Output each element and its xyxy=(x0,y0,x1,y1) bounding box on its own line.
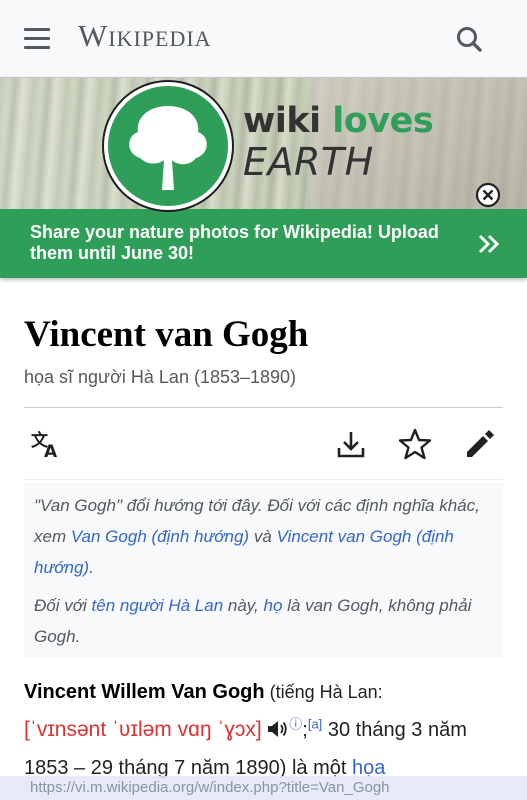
campaign-banner[interactable]: wiki loves EARTH Share your nature photo… xyxy=(0,78,527,278)
hatnote-naming: Đối với tên người Hà Lan này, họ là van … xyxy=(34,596,472,646)
link-preview-url: https://vi.m.wikipedia.org/w/index.php?t… xyxy=(0,776,527,800)
close-icon[interactable] xyxy=(474,181,502,209)
page-description: họa sĩ người Hà Lan (1853–1890) xyxy=(24,367,297,387)
lead-paragraph: Vincent Willem Van Gogh (tiếng Hà Lan: [ˈ… xyxy=(24,681,467,779)
wikipedia-wordmark[interactable]: Wikipedia xyxy=(78,18,212,54)
speaker-icon[interactable] xyxy=(267,713,289,737)
tree-logo-icon xyxy=(104,82,232,210)
double-chevron-right-icon[interactable] xyxy=(474,229,504,259)
edit-pencil-icon[interactable] xyxy=(461,426,497,462)
reference-a[interactable]: [a] xyxy=(308,716,322,731)
wiki-loves-earth-logo: wiki loves EARTH xyxy=(243,101,434,184)
bold-name: Vincent Willem Van Gogh xyxy=(24,681,265,703)
divider xyxy=(24,479,503,480)
hatnote: "Van Gogh" đổi hướng tới đây. Đối với cá… xyxy=(24,482,503,658)
divider xyxy=(24,407,503,408)
download-icon[interactable] xyxy=(333,426,369,462)
info-icon[interactable]: ⓘ xyxy=(289,716,302,731)
page-title: Vincent van Gogh xyxy=(24,314,309,355)
banner-message: Share your nature photos for Wikipedia! … xyxy=(30,222,439,263)
link-surname[interactable]: họ xyxy=(263,596,282,615)
svg-text:A: A xyxy=(44,442,58,462)
link-van-gogh-disambiguation[interactable]: Van Gogh (định hướng) xyxy=(71,527,249,546)
top-header: Wikipedia xyxy=(0,0,527,78)
hatnote-disambiguation: "Van Gogh" đổi hướng tới đây. Đối với cá… xyxy=(34,496,480,577)
link-dutch-names[interactable]: tên người Hà Lan xyxy=(92,596,224,615)
banner-message-bar[interactable]: Share your nature photos for Wikipedia! … xyxy=(0,209,527,278)
language-icon[interactable]: 文 A xyxy=(29,426,65,462)
ipa-pronunciation[interactable]: [ˈvɪnsənt ˈʋɪləm vɑŋ ˈɣɔx] xyxy=(24,718,262,741)
menu-icon[interactable] xyxy=(24,28,52,50)
star-icon[interactable] xyxy=(397,426,433,462)
search-icon[interactable] xyxy=(452,22,488,58)
